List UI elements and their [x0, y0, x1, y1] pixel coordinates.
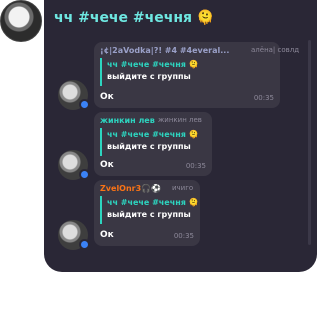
chat-panel: чч #чече #чечня 🫠 ¡¢|2aVodka|?! #4 #4eve…	[44, 0, 317, 272]
quote-title: чч #чече #чечня 🫠	[107, 198, 199, 207]
message-text: Ок	[100, 160, 114, 170]
message-text: Ок	[100, 92, 114, 102]
message-time: 00:35	[173, 232, 194, 240]
online-indicator	[79, 99, 90, 110]
online-indicator	[79, 239, 90, 250]
quote-title: чч #чече #чечня 🫠	[107, 60, 199, 69]
message-bubble[interactable]: ¡¢|2aVodka|?! #4 #4everal... алёна| совл…	[94, 42, 300, 108]
group-avatar[interactable]	[0, 0, 42, 42]
message-bubble[interactable]: ZvelOnr3🎧⚽ ичиго чч #чече #чечня 🫠 выйди…	[94, 180, 200, 246]
sender-subtitle: ичиго	[172, 184, 194, 192]
sender-name[interactable]: ¡¢|2aVodka|?! #4 #4everal...	[100, 46, 229, 55]
message-time: 00:35	[185, 162, 206, 170]
sender-subtitle: жинкин лев	[158, 116, 202, 124]
message-time: 00:35	[253, 94, 274, 102]
chat-title[interactable]: чч #чече #чечня 🫠	[54, 10, 214, 26]
quote-text: выйдите с группы	[107, 210, 191, 219]
sender-name[interactable]: ZvelOnr3🎧⚽	[100, 184, 161, 193]
online-indicator	[79, 169, 90, 180]
reply-quote[interactable]: чч #чече #чечня 🫠 выйдите с группы	[100, 58, 274, 86]
message-text: Ок	[100, 230, 114, 240]
quote-text: выйдите с группы	[107, 72, 191, 81]
reply-quote[interactable]: чч #чече #чечня 🫠 выйдите с группы	[100, 196, 199, 224]
quote-title: чч #чече #чечня 🫠	[107, 130, 199, 139]
scrollbar[interactable]	[308, 40, 311, 245]
message-bubble[interactable]: жинкин лев жинкин лев чч #чече #чечня 🫠 …	[94, 112, 212, 176]
sender-name[interactable]: жинкин лев	[100, 116, 155, 125]
reply-quote[interactable]: чч #чече #чечня 🫠 выйдите с группы	[100, 128, 206, 156]
quote-text: выйдите с группы	[107, 142, 191, 151]
sender-subtitle: алёна| совлд	[251, 46, 300, 54]
